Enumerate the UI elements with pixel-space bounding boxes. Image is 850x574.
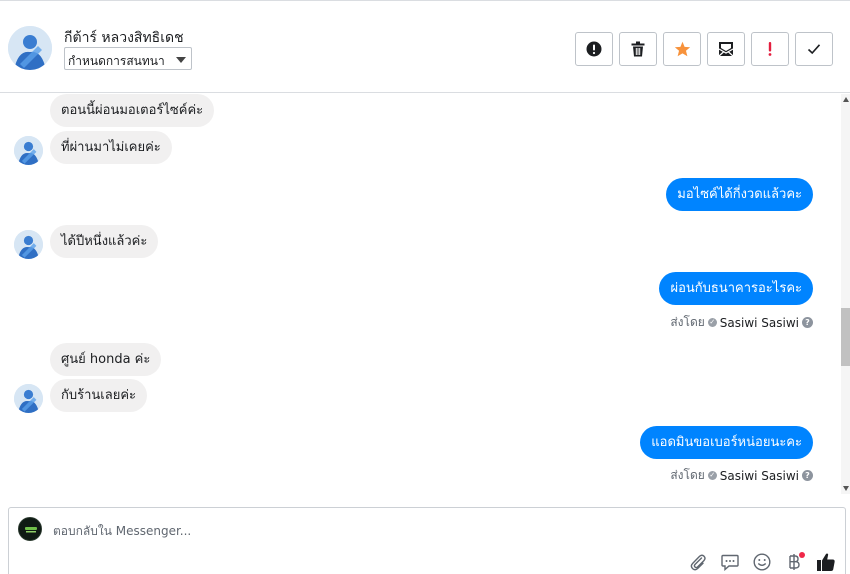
message-bubble-outgoing[interactable]: มอไซค์ได้กี่งวดแล้วคะ [666,178,813,211]
done-button[interactable] [795,32,833,66]
saved-replies-button[interactable] [719,551,741,573]
contact-avatar-small [14,230,43,259]
chevron-down-icon [176,57,186,63]
contact-avatar[interactable] [8,26,52,70]
checkmark-icon [807,44,821,55]
thumbs-up-icon [817,553,835,571]
payment-button[interactable] [783,551,805,573]
star-button[interactable] [663,32,701,66]
page-avatar [18,517,42,541]
emoji-button[interactable] [751,551,773,573]
spam-button[interactable] [575,32,613,66]
exclamation-circle-icon [586,41,602,57]
sent-by-label: ส่งโดย ✓ Sasiwi Sasiwi ? [670,466,813,485]
status-select-value: กำหนดการสนทนา [68,54,165,68]
smiley-icon [753,553,771,571]
trash-icon [631,41,645,57]
contact-avatar-small [14,384,43,413]
sent-check-icon: ✓ [707,318,717,327]
thread-scrollbar[interactable] [841,94,850,494]
star-icon [674,41,690,57]
like-button[interactable] [815,551,837,573]
sent-by-prefix: ส่งโดย [670,315,705,329]
conversation-status-select[interactable]: กำหนดการสนทนา [64,47,192,70]
sent-by-label: ส่งโดย ✓ Sasiwi Sasiwi ? [670,313,813,332]
sent-check-icon: ✓ [707,471,717,480]
scroll-thumb[interactable] [841,308,850,366]
scroll-up-arrow-icon[interactable] [843,97,849,102]
contact-name[interactable]: กีต้าร์ หลวงสิทธิเดช [64,27,184,49]
sender-name: Sasiwi Sasiwi [719,315,799,330]
delete-button[interactable] [619,32,657,66]
help-icon[interactable]: ? [802,470,813,481]
conversation-actions [575,32,833,66]
messenger-inbox: กีต้าร์ หลวงสิทธิเดช กำหนดการสนทนา ตอนนี… [0,0,850,574]
message-bubble-incoming[interactable]: ได้ปีหนึ่งแล้วค่ะ [50,225,159,258]
sent-by-prefix: ส่งโดย [670,468,705,482]
exclamation-icon [768,42,772,56]
notification-dot [799,552,805,558]
message-thread[interactable]: ตอนนี้ผ่อนมอเตอร์ไซค์ค่ะ ที่ผ่านมาไม่เคย… [0,94,850,494]
reply-input[interactable] [53,521,653,541]
envelope-icon [718,42,734,57]
reply-composer [8,507,846,574]
composer-tools [687,551,837,573]
help-icon[interactable]: ? [802,317,813,328]
chat-bubble-icon [721,554,739,571]
contact-avatar-small [14,136,43,165]
message-bubble-incoming[interactable]: ตอนนี้ผ่อนมอเตอร์ไซค์ค่ะ [50,94,215,127]
follow-up-button[interactable] [751,32,789,66]
conversation-header: กีต้าร์ หลวงสิทธิเดช กำหนดการสนทนา [0,0,850,93]
message-bubble-outgoing[interactable]: แอดมินขอเบอร์หน่อยนะคะ [640,426,813,459]
mark-unread-button[interactable] [707,32,745,66]
message-bubble-incoming[interactable]: ที่ผ่านมาไม่เคยค่ะ [50,131,172,164]
sender-name: Sasiwi Sasiwi [719,468,799,483]
message-bubble-outgoing[interactable]: ผ่อนกับธนาคารอะไรคะ [659,272,813,305]
attach-button[interactable] [687,551,709,573]
message-bubble-incoming[interactable]: กับร้านเลยค่ะ [50,379,147,412]
scroll-down-arrow-icon[interactable] [843,486,849,491]
paperclip-icon [690,554,706,571]
message-bubble-incoming[interactable]: ศูนย์ honda ค่ะ [50,343,162,376]
